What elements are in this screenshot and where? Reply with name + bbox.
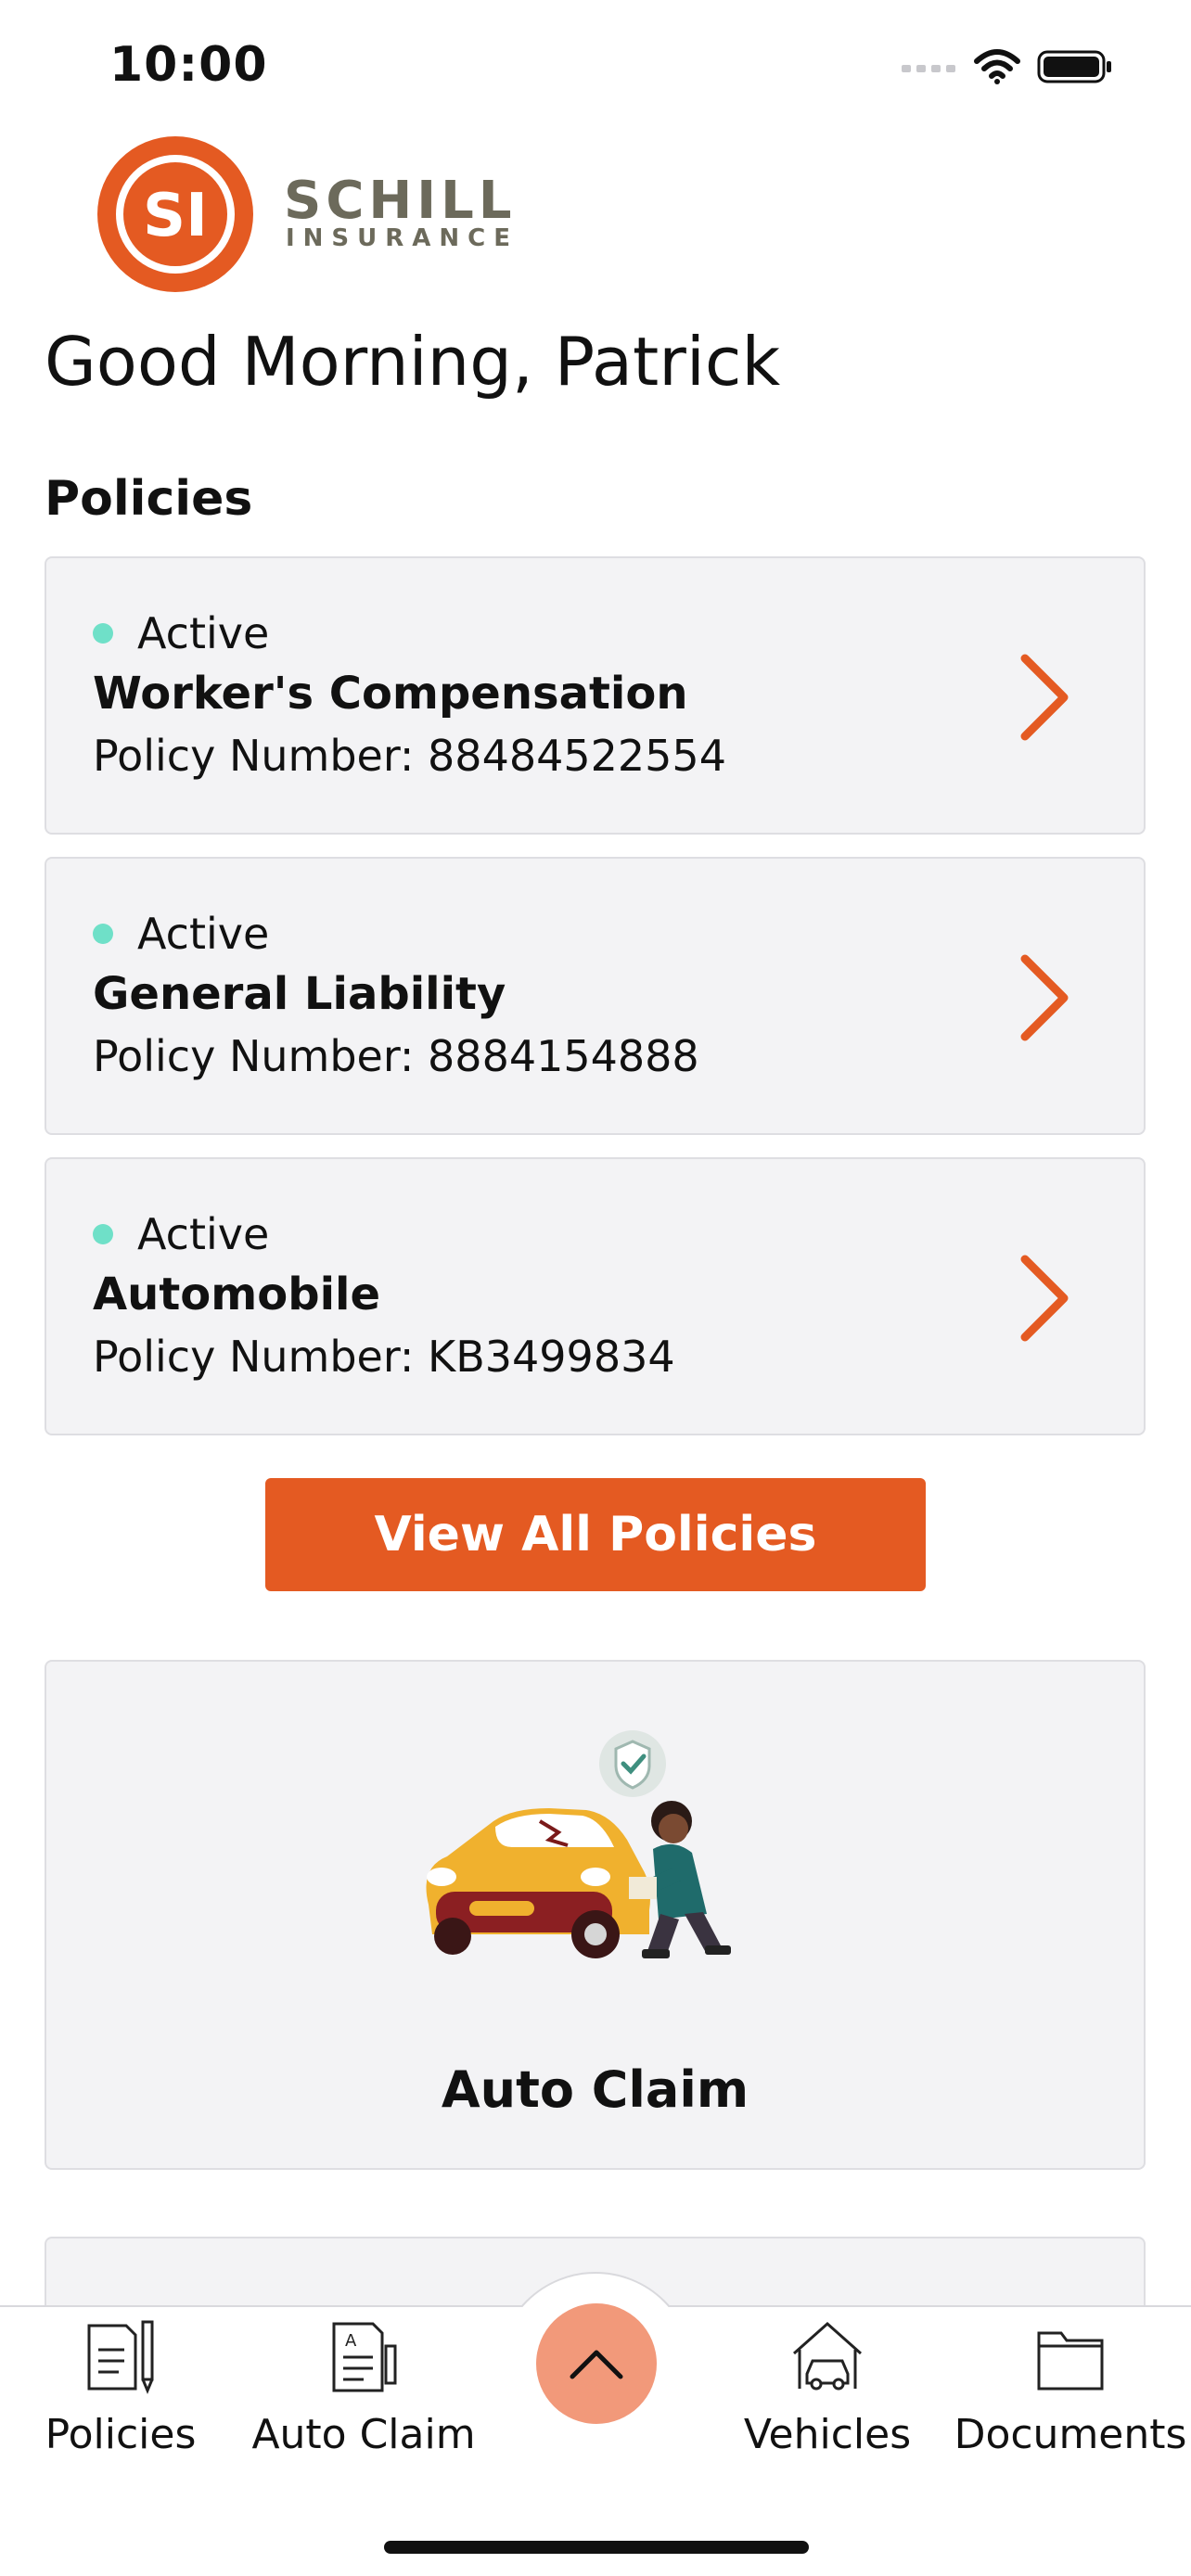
battery-icon xyxy=(1037,50,1111,83)
chevron-right-icon xyxy=(1020,954,1069,1041)
tab-label: Auto Claim xyxy=(251,2411,476,2458)
vehicles-icon xyxy=(793,2321,862,2391)
policy-status-label: Active xyxy=(137,1209,270,1259)
policies-section-title: Policies xyxy=(45,471,253,527)
status-time: 10:00 xyxy=(109,37,268,93)
tab-label: Documents xyxy=(954,2411,1187,2458)
auto-claim-icon: A xyxy=(332,2322,397,2392)
auto-claim-card[interactable]: Auto Claim xyxy=(45,1660,1146,2170)
company-logo: SI SCHILL INSURANCE xyxy=(96,135,523,293)
wifi-icon xyxy=(974,49,1020,84)
policy-status-label: Active xyxy=(137,909,270,959)
tab-label: Policies xyxy=(45,2411,197,2458)
view-all-policies-button[interactable]: View All Policies xyxy=(265,1478,926,1591)
policy-name: Automobile xyxy=(93,1269,381,1320)
policy-card[interactable]: Active General Liability Policy Number: … xyxy=(45,857,1146,1135)
policy-number: Policy Number: 8884154888 xyxy=(93,1031,699,1081)
logo-mark-icon: SI xyxy=(97,136,253,292)
tab-auto-claim[interactable]: A Auto Claim xyxy=(251,2318,476,2467)
policy-number: Policy Number: KB3499834 xyxy=(93,1332,675,1382)
policy-name: General Liability xyxy=(93,968,506,1020)
documents-icon xyxy=(1037,2331,1104,2391)
policies-icon xyxy=(87,2320,154,2394)
signal-icon xyxy=(902,65,955,72)
policy-status: Active xyxy=(93,1209,269,1259)
policy-name: Worker's Compensation xyxy=(93,668,688,720)
chevron-right-icon xyxy=(1020,654,1069,741)
status-dot-icon xyxy=(93,924,113,944)
svg-text:A: A xyxy=(345,2331,357,2351)
expand-menu-button[interactable] xyxy=(536,2303,657,2424)
home-indicator xyxy=(384,2541,809,2554)
logo-name: SCHILL xyxy=(284,171,517,231)
chevron-right-icon xyxy=(1020,1255,1069,1342)
policy-card[interactable]: Active Worker's Compensation Policy Numb… xyxy=(45,556,1146,835)
status-bar: 10:00 xyxy=(0,0,1191,130)
greeting-title: Good Morning, Patrick xyxy=(45,323,781,401)
auto-claim-illustration-icon xyxy=(426,1730,731,1958)
tab-policies[interactable]: Policies xyxy=(9,2318,232,2467)
policy-status-label: Active xyxy=(137,608,270,658)
policy-status: Active xyxy=(93,608,269,658)
logo-subtitle: INSURANCE xyxy=(286,224,519,252)
tab-vehicles[interactable]: Vehicles xyxy=(716,2318,939,2467)
logo-mark-text: SI xyxy=(143,182,208,250)
status-dot-icon xyxy=(93,1224,113,1244)
chevron-up-icon xyxy=(570,2350,623,2379)
policy-status: Active xyxy=(93,909,269,959)
tab-label: Vehicles xyxy=(743,2411,912,2458)
policy-number: Policy Number: 88484522554 xyxy=(93,731,726,781)
status-dot-icon xyxy=(93,623,113,644)
status-icons xyxy=(902,46,1113,87)
policy-card[interactable]: Active Automobile Policy Number: KB34998… xyxy=(45,1157,1146,1435)
auto-claim-label: Auto Claim xyxy=(441,2060,749,2119)
tab-documents[interactable]: Documents xyxy=(954,2318,1186,2467)
